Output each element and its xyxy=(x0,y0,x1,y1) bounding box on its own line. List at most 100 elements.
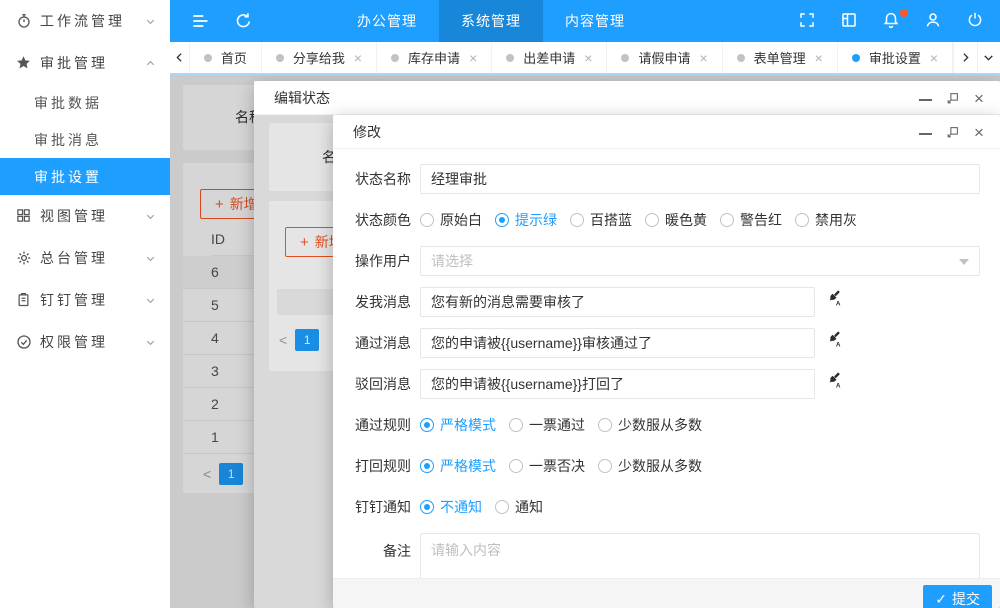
form-row-send-me: 发我消息 A xyxy=(355,287,980,317)
tab-close-icon[interactable]: × xyxy=(815,51,823,65)
tabs-menu-button[interactable] xyxy=(977,42,1000,73)
svg-text:A: A xyxy=(836,300,841,306)
tab-leave-request[interactable]: 请假申请 × xyxy=(607,42,722,73)
tab-form-management[interactable]: 表单管理 × xyxy=(723,42,838,73)
modify-form: 状态名称 状态颜色 原始白 提示绿 百搭蓝 暖色黄 警告红 禁用灰 操作用户 xyxy=(333,150,1000,578)
tab-label: 库存申请 xyxy=(408,48,460,67)
sidebar-item-approval[interactable]: 审批管理 xyxy=(0,42,170,84)
main-area: 办公管理 系统管理 内容管理 xyxy=(170,0,1000,608)
tab-close-icon[interactable]: × xyxy=(930,51,938,65)
sidebar-item-dingtalk[interactable]: 钉钉管理 xyxy=(0,279,170,321)
field-label: 状态颜色 xyxy=(355,210,411,230)
radio-icon xyxy=(495,500,509,514)
tabs-scroll-left-button[interactable] xyxy=(170,42,190,73)
minimize-icon[interactable] xyxy=(918,91,932,105)
tab-dot xyxy=(506,54,514,62)
minimize-icon[interactable] xyxy=(918,125,932,139)
pass-message-input[interactable] xyxy=(420,328,815,358)
notification-badge xyxy=(900,9,908,17)
operator-select[interactable]: 请选择 xyxy=(420,246,980,276)
radio-color-red[interactable]: 警告红 xyxy=(720,210,782,230)
remark-textarea[interactable] xyxy=(420,533,980,578)
radio-icon xyxy=(420,213,434,227)
collapse-menu-icon[interactable] xyxy=(190,11,210,31)
tab-bar: 首页 分享给我 × 库存申请 × 出差申请 × 请假申请 × xyxy=(170,42,1000,75)
radio-pass-majority[interactable]: 少数服从多数 xyxy=(598,415,702,435)
user-icon[interactable] xyxy=(924,11,944,31)
layout-panel-icon[interactable] xyxy=(840,11,860,31)
edit-status-modal-header: 编辑状态 × xyxy=(254,81,1000,115)
radio-notify[interactable]: 通知 xyxy=(495,497,543,517)
radio-reject-strict[interactable]: 严格模式 xyxy=(420,456,496,476)
sidebar-item-approval-data[interactable]: 审批数据 xyxy=(0,84,170,121)
nav-menu-office[interactable]: 办公管理 xyxy=(335,0,439,42)
radio-icon xyxy=(509,418,523,432)
tab-close-icon[interactable]: × xyxy=(699,51,707,65)
radio-pass-strict[interactable]: 严格模式 xyxy=(420,415,496,435)
refresh-icon[interactable] xyxy=(234,11,254,31)
sidebar-item-console[interactable]: 总台管理 xyxy=(0,237,170,279)
sidebar-item-permission[interactable]: 权限管理 xyxy=(0,321,170,363)
tabs-scroll-right-button[interactable] xyxy=(953,42,976,73)
radio-reject-one-veto[interactable]: 一票否决 xyxy=(509,456,585,476)
field-label: 发我消息 xyxy=(355,292,411,312)
sidebar-subitem-label: 审批设置 xyxy=(34,167,102,187)
tab-dot xyxy=(852,54,860,62)
tab-close-icon[interactable]: × xyxy=(354,51,362,65)
sidebar-item-approval-message[interactable]: 审批消息 xyxy=(0,121,170,158)
radio-color-white[interactable]: 原始白 xyxy=(420,210,482,230)
chevron-down-icon xyxy=(145,295,156,306)
fullscreen-icon[interactable] xyxy=(798,11,818,31)
tab-close-icon[interactable]: × xyxy=(469,51,477,65)
radio-no-notify[interactable]: 不通知 xyxy=(420,497,482,517)
nav-menu-system[interactable]: 系统管理 xyxy=(439,0,543,42)
tab-home[interactable]: 首页 xyxy=(190,42,262,73)
submit-button[interactable]: ✓ 提交 xyxy=(923,585,992,608)
sidebar-item-label: 总台管理 xyxy=(40,248,145,268)
sidebar-item-view[interactable]: 视图管理 xyxy=(0,195,170,237)
status-name-input[interactable] xyxy=(420,164,980,194)
format-brush-icon[interactable]: A xyxy=(825,370,843,388)
tab-dot xyxy=(391,54,399,62)
tab-business-trip-request[interactable]: 出差申请 × xyxy=(492,42,607,73)
tab-inventory-request[interactable]: 库存申请 × xyxy=(377,42,492,73)
navbar-menus: 办公管理 系统管理 内容管理 xyxy=(335,0,647,42)
tab-close-icon[interactable]: × xyxy=(584,51,592,65)
field-label: 通过消息 xyxy=(355,333,411,353)
radio-reject-majority[interactable]: 少数服从多数 xyxy=(598,456,702,476)
radio-icon xyxy=(570,213,584,227)
power-icon[interactable] xyxy=(966,11,986,31)
chevron-up-icon xyxy=(145,58,156,69)
sidebar-item-approval-settings[interactable]: 审批设置 xyxy=(0,158,170,195)
radio-color-blue[interactable]: 百搭蓝 xyxy=(570,210,632,230)
close-icon[interactable]: × xyxy=(972,125,986,139)
radio-color-yellow[interactable]: 暖色黄 xyxy=(645,210,707,230)
maximize-icon[interactable] xyxy=(945,91,959,105)
format-brush-icon[interactable]: A xyxy=(825,329,843,347)
tab-shared-with-me[interactable]: 分享给我 × xyxy=(262,42,377,73)
radio-icon xyxy=(495,213,509,227)
sidebar-item-label: 审批管理 xyxy=(40,53,145,73)
nav-menu-content[interactable]: 内容管理 xyxy=(543,0,647,42)
notifications-bell-icon[interactable] xyxy=(882,11,902,31)
form-row-status-color: 状态颜色 原始白 提示绿 百搭蓝 暖色黄 警告红 禁用灰 xyxy=(355,205,980,235)
content-area: 名称 + 新增 ID 6 5 4 3 2 1 < 1 xyxy=(170,75,1000,608)
tab-label: 出差申请 xyxy=(523,48,575,67)
navbar-left-icons xyxy=(190,0,254,42)
send-me-message-input[interactable] xyxy=(420,287,815,317)
radio-pass-one-vote[interactable]: 一票通过 xyxy=(509,415,585,435)
modify-modal-footer: ✓ 提交 xyxy=(333,578,1000,608)
sidebar-item-workflow[interactable]: 工作流管理 xyxy=(0,0,170,42)
radio-icon xyxy=(645,213,659,227)
clipboard-icon xyxy=(16,292,32,308)
tab-approval-settings[interactable]: 审批设置 × xyxy=(838,42,953,73)
radio-color-gray[interactable]: 禁用灰 xyxy=(795,210,857,230)
tab-label: 表单管理 xyxy=(754,48,806,67)
maximize-icon[interactable] xyxy=(945,125,959,139)
top-navbar: 办公管理 系统管理 内容管理 xyxy=(170,0,1000,42)
close-icon[interactable]: × xyxy=(972,91,986,105)
form-row-operator: 操作用户 请选择 xyxy=(355,246,980,276)
radio-color-green[interactable]: 提示绿 xyxy=(495,210,557,230)
reject-message-input[interactable] xyxy=(420,369,815,399)
format-brush-icon[interactable]: A xyxy=(825,288,843,306)
